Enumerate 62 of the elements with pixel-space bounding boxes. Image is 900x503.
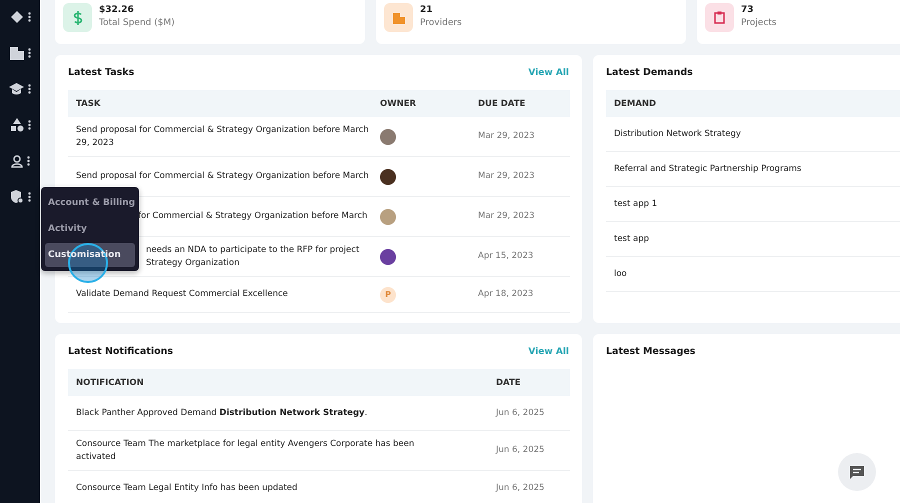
dollar-icon — [63, 3, 92, 32]
card-title: Latest Tasks — [68, 67, 134, 78]
table-cell: Black Panther Approved Demand Distribution Network Strategy. — [76, 406, 368, 420]
table-cell: Validate Demand Request Commercial Excellence — [76, 288, 288, 301]
column-header: TASK — [68, 90, 372, 117]
shield-icon — [10, 190, 24, 204]
table-cell: test app — [614, 232, 650, 246]
graduation-cap-icon — [9, 83, 24, 95]
kebab-icon — [28, 48, 30, 58]
table-cell: Send proposal for Commercial & Strategy Organization before March — [76, 170, 369, 183]
table-cell: Mar 29, 2023 — [478, 130, 535, 143]
menu-item[interactable]: Account & Billing — [45, 191, 135, 215]
tag-icon — [10, 10, 24, 24]
table-cell: Jun 6, 2025 — [496, 444, 544, 457]
table-cell: Apr 15, 2023 — [478, 250, 534, 263]
table-cell: Jun 6, 2025 — [496, 482, 544, 494]
column-header: NOTIFICATION — [68, 369, 488, 396]
stat-label: Providers — [420, 18, 462, 28]
table-cell: Mar 29, 2023 — [478, 170, 535, 183]
building-icon — [10, 46, 24, 60]
avatar: P — [380, 286, 396, 302]
column-header: DUE DATE — [470, 90, 570, 117]
building-icon — [384, 3, 413, 32]
table-cell: for Commercial & Strategy Organization before March — [138, 210, 368, 223]
stat-value: 73 — [741, 5, 755, 15]
table-cell: Mar 29, 2023 — [478, 210, 535, 223]
card-title: Latest Notifications — [68, 346, 174, 357]
clipboard-icon — [705, 3, 734, 32]
table-cell: needs an NDA to participate to the RFP for project Strategy Organization — [146, 244, 360, 269]
column-header: DATE — [488, 369, 570, 396]
card-title: Latest Messages — [606, 346, 696, 357]
kebab-icon — [28, 120, 30, 130]
menu-item[interactable]: Activity — [45, 217, 135, 241]
table-cell: test app 1 — [614, 198, 658, 210]
stat-label: Projects — [741, 18, 776, 28]
table-cell: Jun 6, 2025 — [496, 406, 544, 420]
table-cell: loo — [614, 268, 627, 280]
table-cell: Consource Team Legal Entity Info has been updated — [76, 482, 298, 494]
user-icon — [10, 154, 22, 168]
view-all-link[interactable]: View All — [528, 346, 569, 356]
stat-value: 21 — [420, 5, 434, 15]
avatar — [380, 208, 396, 224]
stat-label: Total Spend ($M) — [99, 18, 175, 28]
stat-value: $32.26 — [99, 5, 135, 15]
column-header: OWNER — [372, 90, 470, 117]
kebab-icon — [28, 12, 30, 22]
table-cell: Apr 18, 2023 — [478, 288, 534, 301]
card-title: Latest Demands — [606, 67, 693, 78]
table-cell: Distribution Network Strategy — [614, 128, 741, 140]
kebab-icon — [28, 84, 31, 94]
table-cell: Send proposal for Commercial & Strategy Organization before March 29, 2023 — [76, 124, 369, 149]
view-all-link[interactable]: View All — [528, 68, 569, 78]
kebab-icon — [26, 156, 30, 166]
table-cell-text: Consource Team The marketplace for legal entity Avengers Corporate has been activated — [76, 438, 416, 463]
chat-icon — [849, 464, 865, 480]
avatar — [380, 168, 396, 184]
avatar — [380, 128, 396, 144]
shapes-icon — [10, 118, 24, 132]
column-header: DEMAND — [606, 90, 900, 117]
table-cell: Referral and Strategic Partnership Programs — [614, 162, 802, 176]
avatar — [380, 248, 396, 264]
kebab-icon — [28, 192, 30, 202]
